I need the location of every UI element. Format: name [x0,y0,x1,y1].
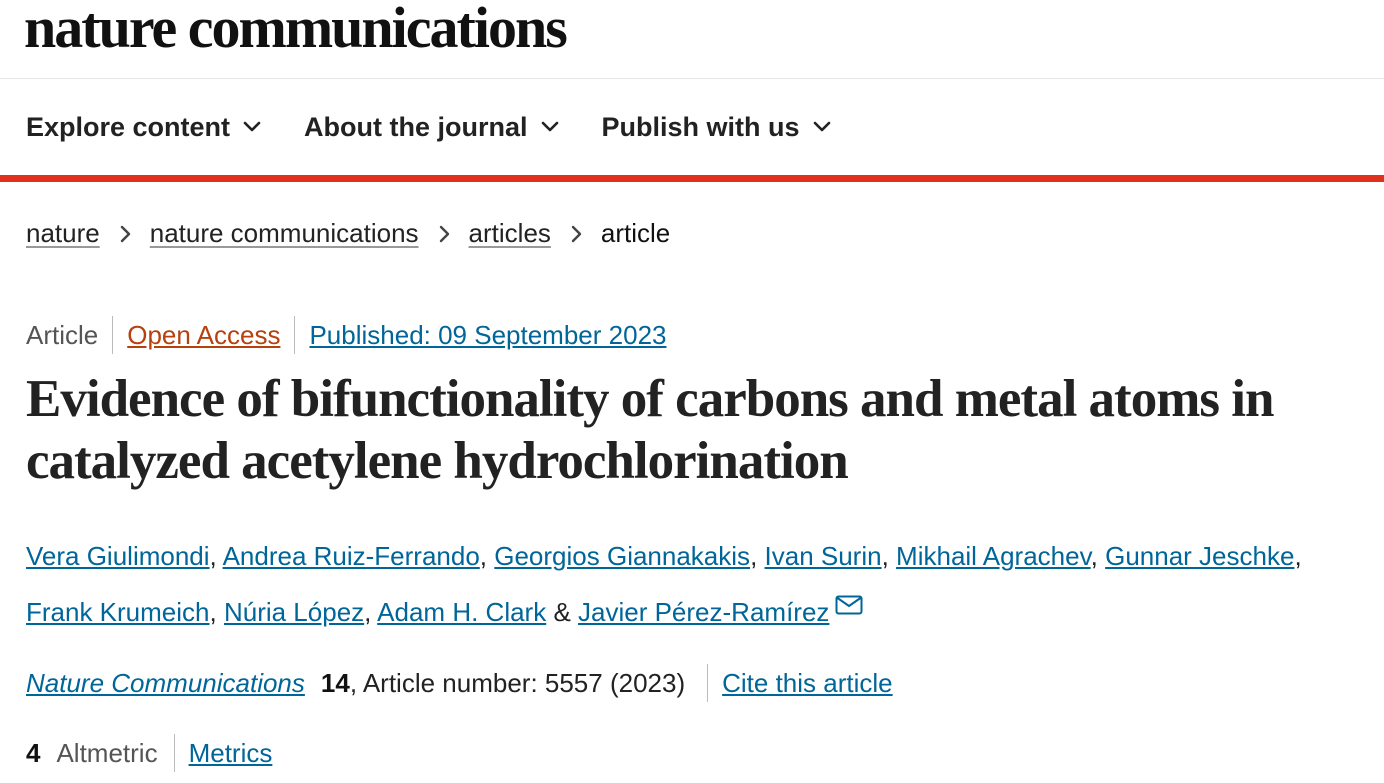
citation-line: Nature Communications 14, Article number… [26,664,893,702]
metrics-line: 4 Altmetric Metrics [26,734,272,772]
chevron-down-icon [243,121,261,132]
article-meta: Article Open Access Published: 09 Septem… [26,316,666,354]
breadcrumb-nature-communications[interactable]: nature communications [150,218,419,249]
chevron-down-icon [541,121,558,132]
chevron-right-icon [439,225,449,242]
author-separator-last: & [546,597,579,627]
cite-this-article-link[interactable]: Cite this article [722,668,893,699]
chevron-right-icon [120,225,130,242]
altmetric-label: Altmetric [56,737,158,768]
nav-label: About the journal [304,111,528,142]
article-title: Evidence of bifunctionality of carbons a… [26,370,1274,490]
journal-name-link[interactable]: Nature Communications [26,668,305,699]
breadcrumb-nature[interactable]: nature [26,218,100,249]
chevron-right-icon [571,225,582,242]
chevron-down-icon [813,121,830,132]
nav-about-journal[interactable]: About the journal [304,112,559,143]
breadcrumb-articles[interactable]: articles [469,218,551,249]
author-separator: , [1294,541,1302,571]
divider [173,734,175,772]
author-link[interactable]: Frank Krumeich [26,597,210,627]
article-number: , Article number: 5557 (2023) [349,667,686,698]
author-link[interactable]: Georgios Giannakakis [494,541,750,571]
author-link[interactable]: Javier Pérez-Ramírez [578,597,829,627]
nav-accent-bar [0,175,1384,182]
published-date-link[interactable]: Published: 09 September 2023 [309,320,666,351]
nav-publish-with-us[interactable]: Publish with us [602,112,832,143]
email-icon[interactable] [835,595,863,615]
breadcrumb-current: article [600,218,671,248]
author-link[interactable]: Andrea Ruiz-Ferrando [223,541,480,571]
site-header: nature communications [0,0,1384,79]
author-separator: , [364,597,378,627]
author-link[interactable]: Adam H. Clark [377,597,546,627]
author-link[interactable]: Núria López [224,597,364,627]
volume-number: 14 [320,667,350,698]
author-separator: , [479,541,495,571]
nav-label: Explore content [26,111,231,142]
author-separator: , [209,597,224,627]
breadcrumb: nature nature communications articles ar… [26,218,670,249]
author-separator: , [750,541,765,571]
nav-explore-content[interactable]: Explore content [26,112,262,143]
author-link[interactable]: Gunnar Jeschke [1105,541,1294,571]
author-separator: , [209,541,223,571]
author-separator: , [881,541,897,571]
author-list: Vera Giulimondi, Andrea Ruiz-Ferrando, G… [26,528,1326,640]
article-type: Article [26,319,99,350]
author-link[interactable]: Ivan Surin [765,541,882,571]
divider [707,664,709,702]
open-access-link[interactable]: Open Access [127,320,280,351]
divider [294,316,296,354]
author-separator: , [1090,541,1106,571]
author-link[interactable]: Mikhail Agrachev [896,541,1091,571]
main-nav: Explore content About the journal Publis… [0,79,1384,175]
metrics-link[interactable]: Metrics [189,738,273,769]
author-link[interactable]: Vera Giulimondi [26,541,210,571]
divider [112,316,114,354]
journal-logo[interactable]: nature communications [24,0,568,61]
altmetric-count: 4 [26,737,41,768]
nav-label: Publish with us [601,111,800,142]
